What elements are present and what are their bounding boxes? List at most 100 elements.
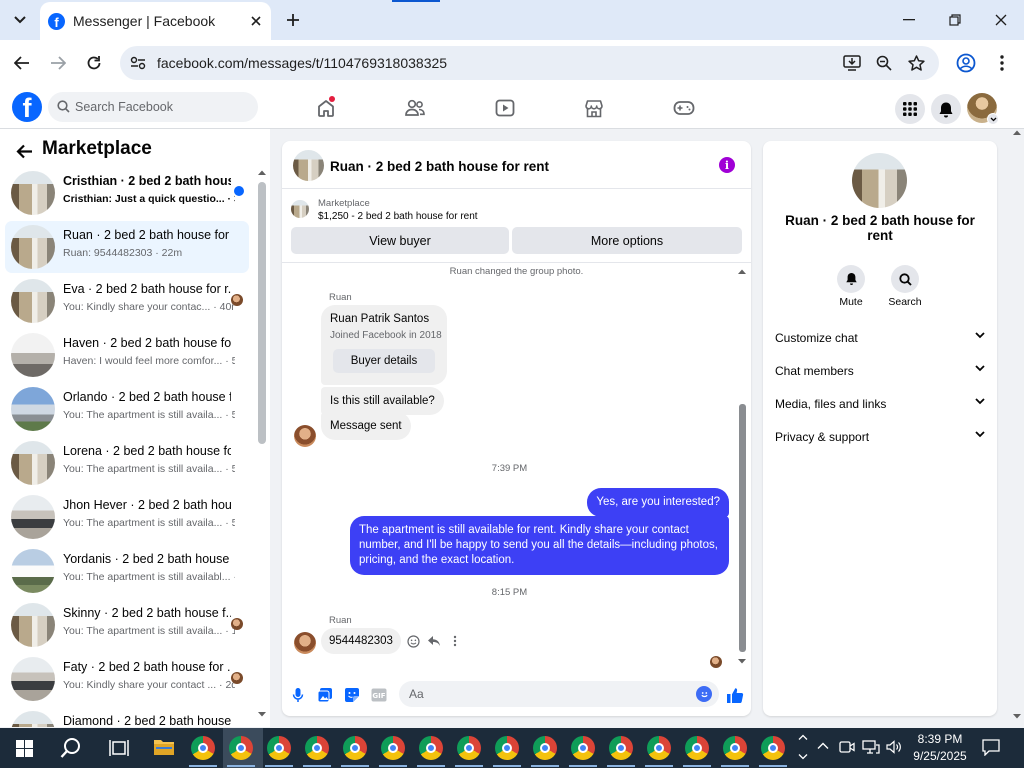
windows-start-icon[interactable] xyxy=(16,740,33,757)
back-arrow-icon[interactable] xyxy=(14,141,34,161)
conversation-item[interactable]: Eva · 2 bed 2 bath house for r... You: Ki… xyxy=(5,275,249,327)
chrome-app-icon[interactable] xyxy=(571,736,595,760)
chrome-app-icon[interactable] xyxy=(419,736,443,760)
chrome-app-icon[interactable] xyxy=(229,736,253,760)
sender-avatar[interactable] xyxy=(294,632,316,654)
react-emoji-icon[interactable] xyxy=(406,634,420,648)
chat-title[interactable]: Ruan · 2 bed 2 bath house for rent xyxy=(330,159,549,174)
conversation-info-icon[interactable]: i xyxy=(719,157,735,173)
install-app-icon[interactable] xyxy=(842,53,862,73)
listing-price[interactable]: $1,250 - 2 bed 2 bath house for rent xyxy=(318,211,478,222)
chrome-app-icon[interactable] xyxy=(609,736,633,760)
incoming-message[interactable]: Is this still available? xyxy=(321,387,444,415)
account-chevron-down-icon[interactable] xyxy=(987,113,999,125)
conversation-item[interactable]: Yordanis · 2 bed 2 bath house f... You: T… xyxy=(5,545,249,597)
show-hidden-icons-chevron-icon[interactable] xyxy=(817,741,829,750)
search-action[interactable]: Search xyxy=(875,265,935,308)
chrome-app-icon[interactable] xyxy=(267,736,291,760)
section-customize-chat[interactable]: Customize chat xyxy=(775,328,985,348)
scroll-up-arrow-icon[interactable] xyxy=(257,169,267,176)
section-media-files-links[interactable]: Media, files and links xyxy=(775,394,985,414)
browser-tab-active[interactable]: f Messenger | Facebook xyxy=(40,2,271,40)
chat-scrollbar[interactable] xyxy=(739,404,746,652)
message-input[interactable]: Aa xyxy=(399,681,719,707)
site-info-icon[interactable] xyxy=(128,53,148,73)
marketplace-icon[interactable] xyxy=(579,93,609,123)
chrome-app-icon[interactable] xyxy=(381,736,405,760)
chrome-app-icon[interactable] xyxy=(761,736,785,760)
bookmark-star-icon[interactable] xyxy=(906,53,926,73)
address-bar[interactable]: facebook.com/messages/t/1104769318038325 xyxy=(120,46,939,80)
page-scroll-down-arrow-icon[interactable] xyxy=(1012,713,1022,720)
taskbar-scroll-down-icon[interactable] xyxy=(798,753,808,761)
scroll-down-arrow-icon[interactable] xyxy=(257,711,267,718)
task-view-icon[interactable] xyxy=(109,739,129,757)
notifications-bell-icon[interactable] xyxy=(931,94,961,124)
thumbs-up-like-icon[interactable] xyxy=(726,687,744,704)
incoming-message[interactable]: 9544482303 xyxy=(321,628,401,654)
chrome-app-icon[interactable] xyxy=(685,736,709,760)
photo-gallery-icon[interactable] xyxy=(316,686,334,704)
conversation-item[interactable]: Faty · 2 bed 2 bath house for ... You: Ki… xyxy=(5,653,249,705)
facebook-search-input[interactable]: Search Facebook xyxy=(48,92,258,122)
conversation-item[interactable]: Diamond · 2 bed 2 bath house f... xyxy=(5,707,249,727)
gif-icon[interactable]: GIF xyxy=(370,686,388,704)
taskbar-search-icon[interactable] xyxy=(60,737,82,759)
zoom-icon[interactable] xyxy=(874,53,894,73)
reload-icon[interactable] xyxy=(81,50,107,76)
bell-icon[interactable] xyxy=(837,265,865,293)
conversation-item[interactable]: Skinny · 2 bed 2 bath house f... You: The… xyxy=(5,599,249,651)
forward-arrow-icon[interactable] xyxy=(45,50,71,76)
back-arrow-icon[interactable] xyxy=(9,50,35,76)
mute-action[interactable]: Mute xyxy=(821,265,881,308)
chat-avatar[interactable] xyxy=(293,150,324,181)
clock-date[interactable]: 9/25/2025 xyxy=(906,749,974,763)
conversation-item[interactable]: Orlando · 2 bed 2 bath house f... You: Th… xyxy=(5,383,249,435)
taskbar-scroll-up-icon[interactable] xyxy=(798,733,808,741)
gaming-icon[interactable] xyxy=(669,93,699,123)
facebook-logo-icon[interactable]: f xyxy=(12,92,42,122)
listing-thumbnail[interactable] xyxy=(291,200,309,218)
chrome-app-icon[interactable] xyxy=(647,736,671,760)
conversation-item[interactable]: Jhon Hever · 2 bed 2 bath hous... You: Th… xyxy=(5,491,249,543)
page-scroll-up-arrow-icon[interactable] xyxy=(1012,129,1022,136)
meet-now-camera-icon[interactable] xyxy=(839,740,855,754)
outgoing-message[interactable]: The apartment is still available for ren… xyxy=(350,516,729,575)
home-icon[interactable] xyxy=(311,93,341,123)
view-buyer-button[interactable]: View buyer xyxy=(291,227,509,254)
url-text[interactable]: facebook.com/messages/t/1104769318038325 xyxy=(157,55,447,71)
sticker-icon[interactable] xyxy=(343,686,361,704)
chat-scroll-down-arrow-icon[interactable] xyxy=(737,658,747,665)
menu-grid-icon[interactable] xyxy=(895,94,925,124)
conversation-scrollbar[interactable] xyxy=(258,182,266,444)
profile-account-icon[interactable] xyxy=(953,50,979,76)
chrome-app-icon[interactable] xyxy=(533,736,557,760)
minimize-window-icon[interactable] xyxy=(895,6,923,34)
new-tab-plus-icon[interactable] xyxy=(282,9,304,31)
clock-time[interactable]: 8:39 PM xyxy=(910,732,970,746)
file-explorer-icon[interactable] xyxy=(153,738,175,756)
microphone-icon[interactable] xyxy=(289,686,307,704)
browser-menu-icon[interactable] xyxy=(989,50,1015,76)
chrome-app-icon[interactable] xyxy=(305,736,329,760)
video-icon[interactable] xyxy=(490,93,520,123)
chrome-app-icon[interactable] xyxy=(457,736,481,760)
chat-scroll-up-arrow-icon[interactable] xyxy=(737,268,747,275)
incoming-message[interactable]: Message sent xyxy=(321,412,411,440)
conversation-item[interactable]: Ruan · 2 bed 2 bath house for r... Ruan: … xyxy=(5,221,249,273)
conversation-item[interactable]: Lorena · 2 bed 2 bath house for... You: T… xyxy=(5,437,249,489)
more-options-button[interactable]: More options xyxy=(512,227,742,254)
chrome-app-icon[interactable] xyxy=(191,736,215,760)
chrome-app-icon[interactable] xyxy=(495,736,519,760)
volume-icon[interactable] xyxy=(886,740,902,754)
section-privacy-support[interactable]: Privacy & support xyxy=(775,427,985,447)
sender-avatar[interactable] xyxy=(294,425,316,447)
outgoing-message[interactable]: Yes, are you interested? xyxy=(587,488,729,517)
conversation-avatar[interactable] xyxy=(852,153,907,208)
buyer-details-button[interactable]: Buyer details xyxy=(333,349,435,373)
conversation-item[interactable]: Haven · 2 bed 2 bath house for ... Haven:… xyxy=(5,329,249,381)
reply-arrow-icon[interactable] xyxy=(427,634,441,648)
chrome-app-icon[interactable] xyxy=(343,736,367,760)
chrome-app-icon[interactable] xyxy=(723,736,747,760)
friends-icon[interactable] xyxy=(400,93,430,123)
